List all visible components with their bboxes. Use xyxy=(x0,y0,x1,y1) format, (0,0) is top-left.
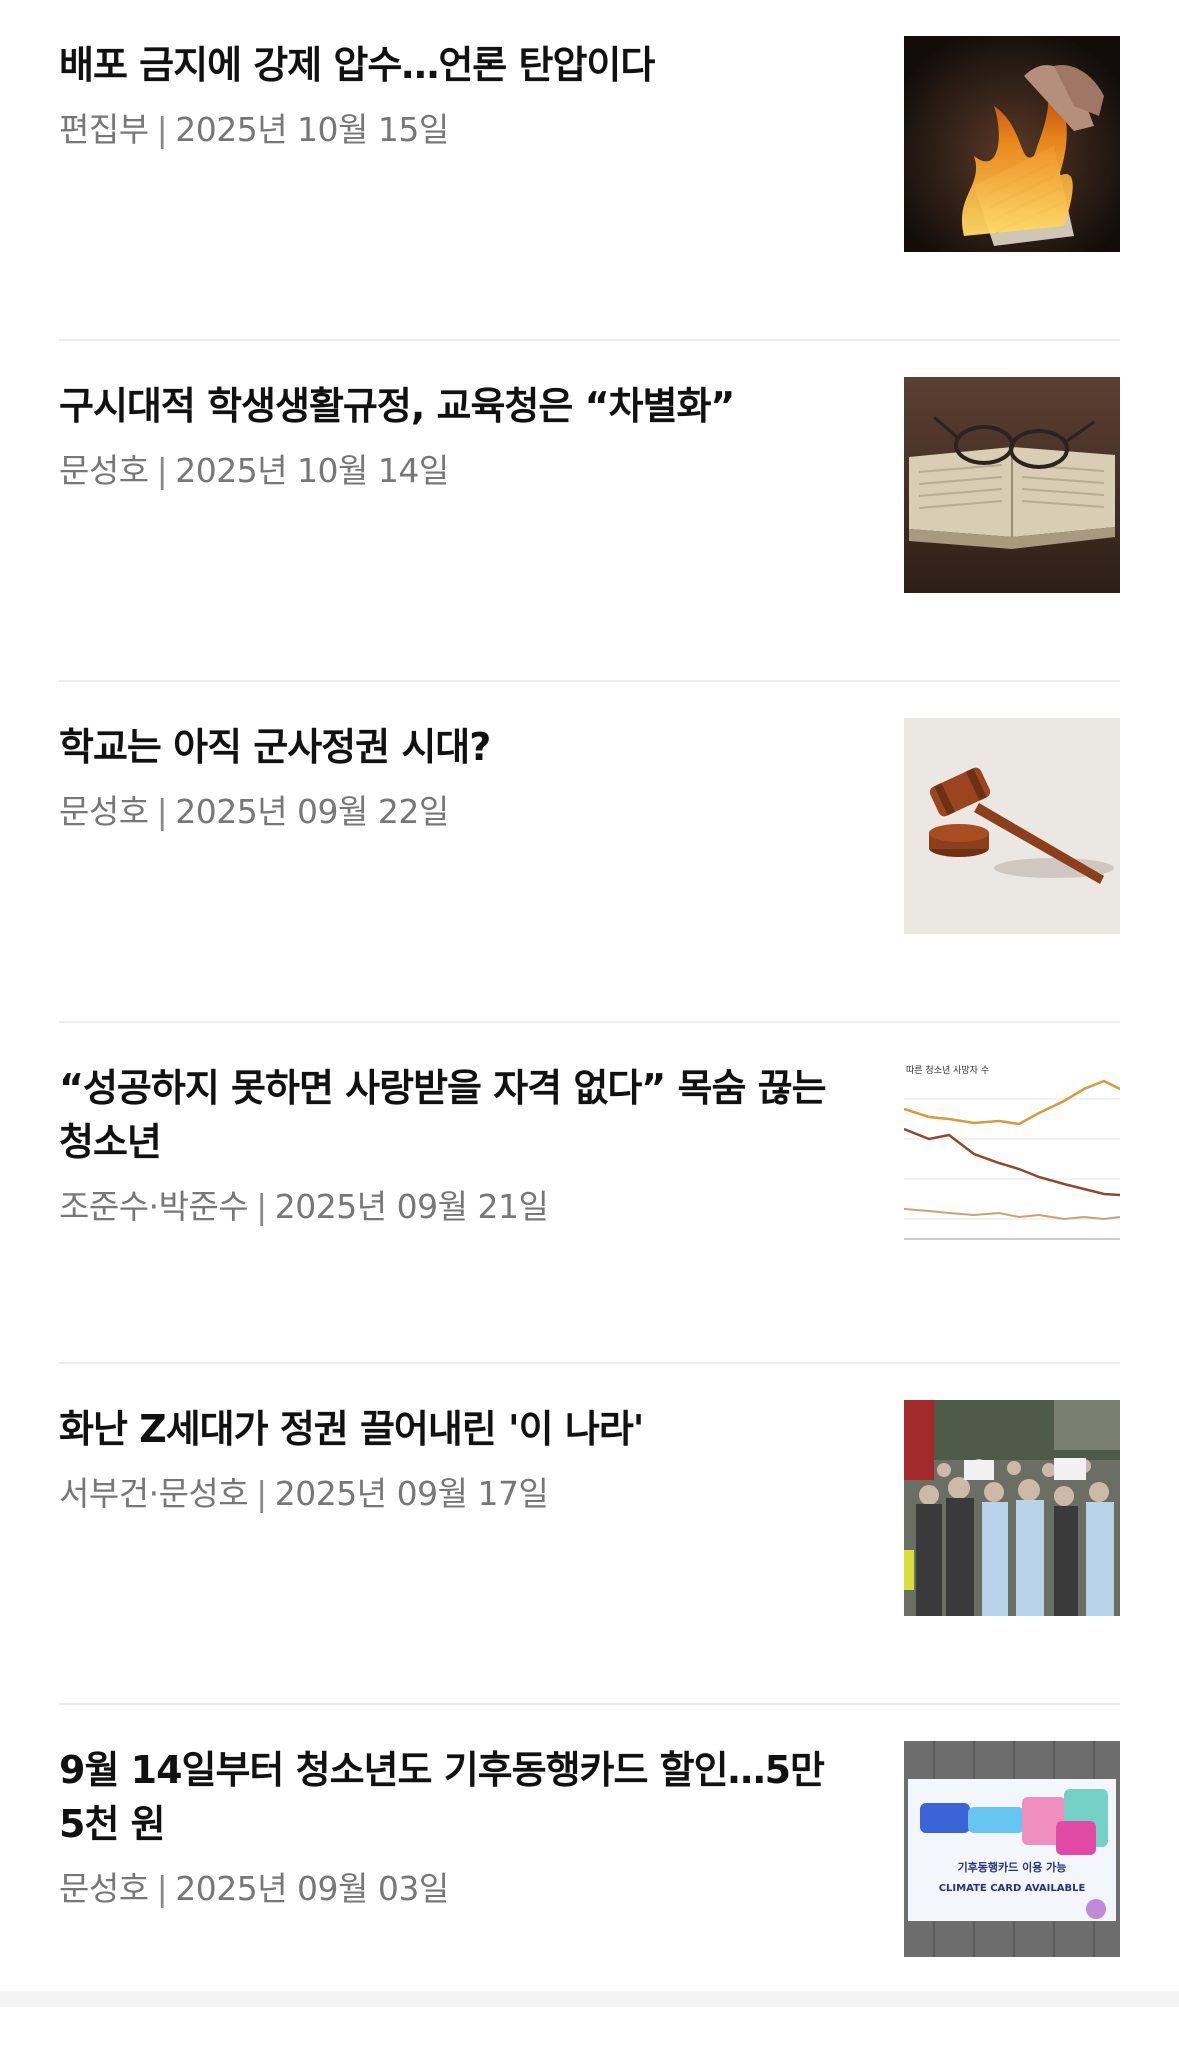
article-text: 학교는 아직 군사정권 시대? 문성호 | 2025년 09월 22일 xyxy=(59,720,859,834)
article-title[interactable]: 9월 14일부터 청소년도 기후동행카드 할인…5만 5천 원 xyxy=(59,1743,859,1851)
article-title[interactable]: 화난 Z세대가 정권 끌어내린 '이 나라' xyxy=(59,1402,859,1456)
poster-text-korean: 기후동행카드 이용 가능 xyxy=(958,1860,1067,1874)
article-text: 9월 14일부터 청소년도 기후동행카드 할인…5만 5천 원 문성호 | 2025… xyxy=(59,1743,859,1911)
article-date: 2025년 09월 03일 xyxy=(175,1869,449,1908)
article-text: 화난 Z세대가 정권 끌어내린 '이 나라' 서부건·문성호 | 2025년 09월… xyxy=(59,1402,859,1516)
article-title[interactable]: “성공하지 못하면 사랑받을 자격 없다” 목숨 끊는 청소년 xyxy=(59,1061,859,1169)
meta-separator: | xyxy=(156,451,168,490)
article-author: 문성호 xyxy=(59,1869,149,1908)
article-title[interactable]: 구시대적 학생생활규정, 교육청은 “차별화” xyxy=(59,379,859,433)
article-author: 문성호 xyxy=(59,451,149,490)
article-meta: 문성호 | 2025년 09월 22일 xyxy=(59,790,859,834)
article-text: 구시대적 학생생활규정, 교육청은 “차별화” 문성호 | 2025년 10월 14… xyxy=(59,379,859,493)
list-item[interactable]: 화난 Z세대가 정권 끌어내린 '이 나라' 서부건·문성호 | 2025년 09월… xyxy=(59,1364,1120,1705)
article-date: 2025년 09월 17일 xyxy=(274,1474,549,1513)
article-meta: 편집부 | 2025년 10월 15일 xyxy=(59,108,859,152)
article-date: 2025년 10월 14일 xyxy=(175,451,449,490)
youth-death-chart-image[interactable]: 따른 청소년 사망자 수 xyxy=(904,1059,1120,1275)
article-date: 2025년 10월 15일 xyxy=(175,110,449,149)
meta-separator: | xyxy=(256,1474,267,1513)
student-protest-image[interactable] xyxy=(904,1400,1120,1616)
climate-card-poster-image[interactable]: 기후동행카드 이용 가능 CLIMATE CARD AVAILABLE xyxy=(904,1741,1120,1957)
meta-separator: | xyxy=(156,1869,168,1908)
article-date: 2025년 09월 21일 xyxy=(274,1187,549,1226)
chart-thumb-caption: 따른 청소년 사망자 수 xyxy=(906,1065,989,1076)
burning-newspaper-image[interactable] xyxy=(904,36,1120,252)
list-item[interactable]: “성공하지 못하면 사랑받을 자격 없다” 목숨 끊는 청소년 조준수·박준수 |… xyxy=(59,1023,1120,1364)
article-title[interactable]: 학교는 아직 군사정권 시대? xyxy=(59,720,859,774)
list-item[interactable]: 학교는 아직 군사정권 시대? 문성호 | 2025년 09월 22일 xyxy=(59,682,1120,1023)
list-item[interactable]: 구시대적 학생생활규정, 교육청은 “차별화” 문성호 | 2025년 10월 14… xyxy=(59,341,1120,682)
article-author: 조준수·박준수 xyxy=(59,1187,249,1226)
article-author: 문성호 xyxy=(59,792,149,831)
meta-separator: | xyxy=(156,110,168,149)
article-meta: 문성호 | 2025년 09월 03일 xyxy=(59,1867,859,1911)
book-and-glasses-image[interactable] xyxy=(904,377,1120,593)
article-meta: 서부건·문성호 | 2025년 09월 17일 xyxy=(59,1472,859,1516)
bottom-edge xyxy=(0,1991,1179,2007)
article-meta: 조준수·박준수 | 2025년 09월 21일 xyxy=(59,1185,859,1229)
article-date: 2025년 09월 22일 xyxy=(175,792,449,831)
article-author: 편집부 xyxy=(59,110,149,149)
list-item[interactable]: 배포 금지에 강제 압수…언론 탄압이다 편집부 | 2025년 10월 15일 xyxy=(59,0,1120,341)
gavel-image[interactable] xyxy=(904,718,1120,934)
meta-separator: | xyxy=(256,1187,267,1226)
poster-text-english: CLIMATE CARD AVAILABLE xyxy=(939,1883,1086,1894)
meta-separator: | xyxy=(156,792,168,831)
article-meta: 문성호 | 2025년 10월 14일 xyxy=(59,449,859,493)
article-list: 배포 금지에 강제 압수…언론 탄압이다 편집부|2025년 10월 15일 xyxy=(59,0,1120,2046)
article-text: “성공하지 못하면 사랑받을 자격 없다” 목숨 끊는 청소년 조준수·박준수 |… xyxy=(59,1061,859,1229)
article-author: 서부건·문성호 xyxy=(59,1474,249,1513)
article-text: 배포 금지에 강제 압수…언론 탄압이다 편집부 | 2025년 10월 15일 xyxy=(59,38,859,152)
article-title[interactable]: 배포 금지에 강제 압수…언론 탄압이다 xyxy=(59,38,859,92)
